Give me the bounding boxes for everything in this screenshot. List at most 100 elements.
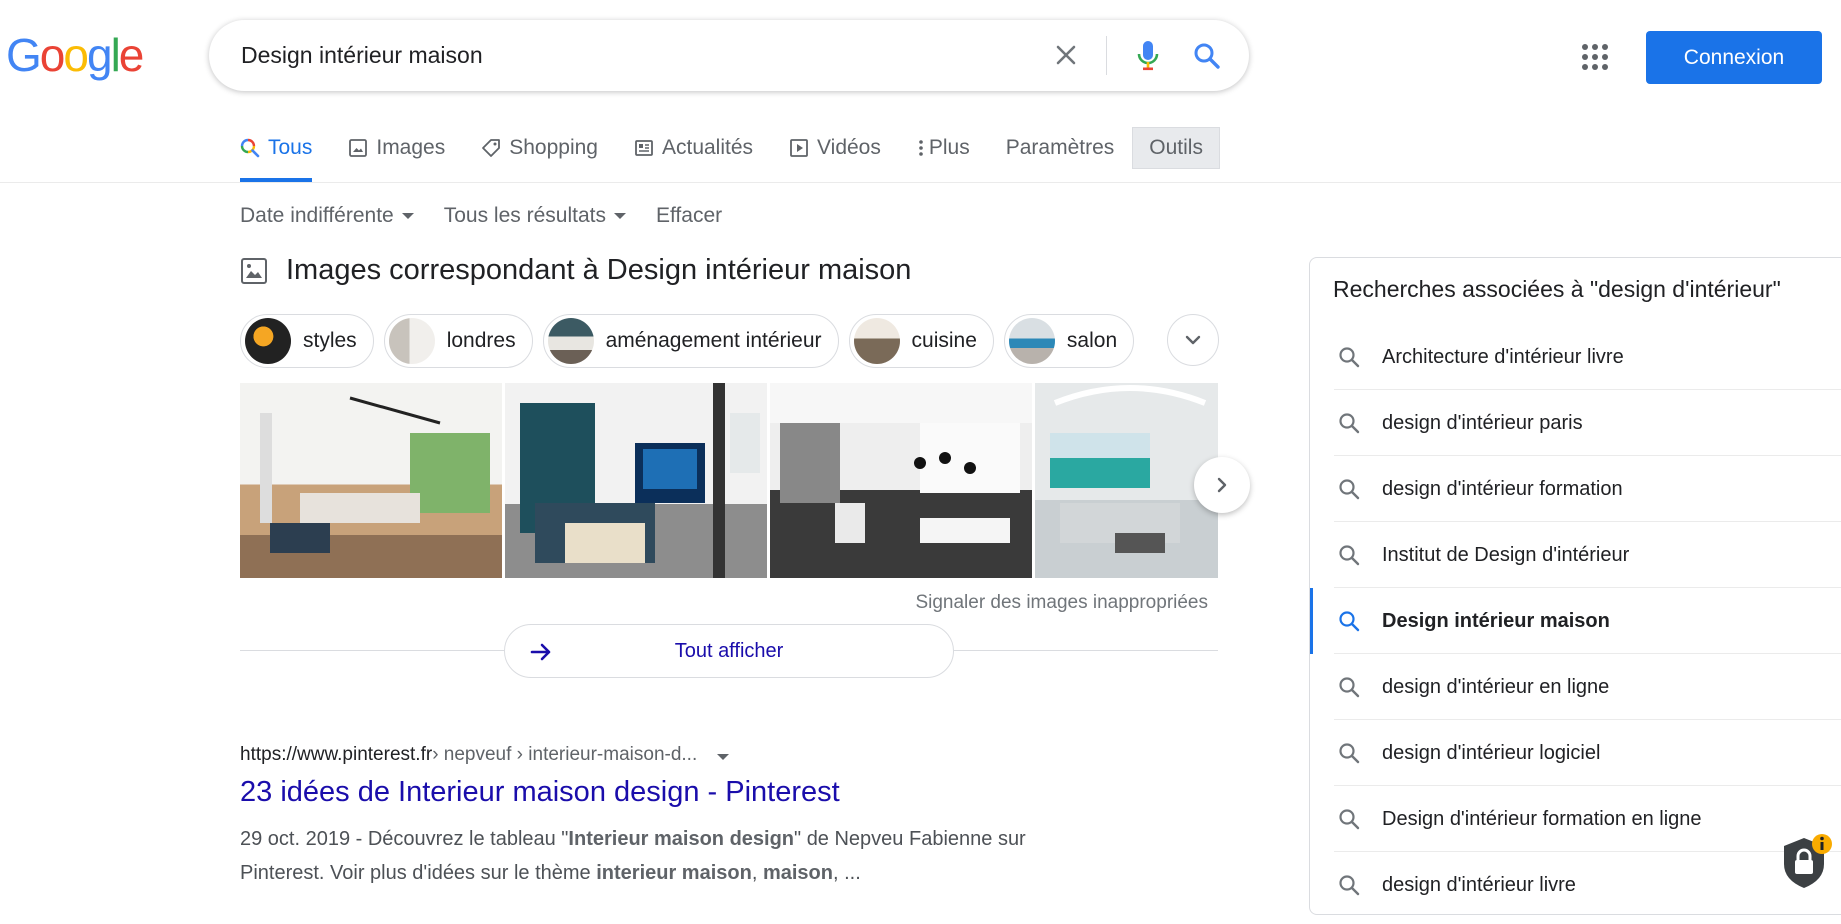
- show-all-label: Tout afficher: [674, 639, 784, 662]
- result-options-button[interactable]: [709, 744, 730, 766]
- carousel-next-button[interactable]: [1194, 457, 1250, 513]
- search-icon: [1338, 478, 1360, 506]
- chip-label: salon: [1066, 329, 1118, 352]
- search-submit-button[interactable]: [1187, 36, 1227, 76]
- related-search-item-active[interactable]: Design intérieur maison: [1310, 588, 1841, 654]
- tab-tools[interactable]: Outils: [1132, 127, 1220, 169]
- chip-amenagement-interieur[interactable]: aménagement intérieur: [542, 314, 839, 368]
- related-search-label: Architecture d'intérieur livre: [1382, 345, 1624, 368]
- related-search-item[interactable]: design d'intérieur en ligne: [1310, 654, 1841, 720]
- shield-lock-icon: [1784, 834, 1832, 888]
- snippet-text: 29 oct. 2019 - Découvrez le tableau ": [240, 828, 569, 850]
- result-url-path: › nepveuf › interieur-maison-d...: [432, 744, 698, 765]
- search-tabs: Tous Images Shopping Actualités Vidéos P…: [240, 127, 1256, 182]
- related-search-item[interactable]: design d'intérieur logiciel: [1310, 720, 1841, 786]
- search-icon: [1338, 346, 1360, 374]
- related-search-label: design d'intérieur formation: [1382, 477, 1623, 500]
- tab-settings[interactable]: Paramètres: [1006, 128, 1115, 168]
- tag-icon: [481, 138, 501, 158]
- privacy-lock-badge[interactable]: [1778, 832, 1834, 892]
- search-icon: [1338, 808, 1360, 836]
- clear-filters-link[interactable]: Effacer: [656, 204, 722, 228]
- chip-label: aménagement intérieur: [605, 329, 822, 352]
- search-divider: [1106, 36, 1107, 75]
- search-icon: [1338, 742, 1360, 770]
- tab-images[interactable]: Images: [348, 128, 445, 168]
- chip-styles[interactable]: styles: [240, 314, 374, 368]
- search-icon: [1338, 610, 1360, 638]
- tab-label: Outils: [1149, 136, 1203, 159]
- search-multicolor-icon: [240, 138, 260, 158]
- modern-lounge-photo: [520, 383, 760, 578]
- clear-search-button[interactable]: [1049, 38, 1083, 72]
- expand-chips-button[interactable]: [1167, 314, 1219, 366]
- tab-label: Paramètres: [1005, 136, 1115, 159]
- tab-videos[interactable]: Vidéos: [789, 128, 881, 168]
- image-result-thumbnail[interactable]: [1035, 383, 1218, 578]
- chip-salon[interactable]: salon: [1003, 314, 1135, 368]
- tab-shopping[interactable]: Shopping: [481, 128, 598, 168]
- chip-thumbnail: [388, 318, 435, 364]
- related-searches-panel: Recherches associées à "design d'intérie…: [1309, 257, 1841, 915]
- logo-letter: o: [39, 29, 66, 81]
- related-search-label: Institut de Design d'intérieur: [1382, 543, 1630, 566]
- chip-thumbnail: [1008, 318, 1055, 364]
- newspaper-icon: [634, 138, 654, 158]
- related-search-item[interactable]: Design d'intérieur formation en ligne: [1310, 786, 1841, 852]
- tab-all[interactable]: Tous: [240, 128, 313, 182]
- sign-in-button[interactable]: Connexion: [1646, 31, 1822, 84]
- tab-label: Actualités: [661, 136, 754, 159]
- related-search-item[interactable]: design d'intérieur livre: [1310, 852, 1841, 918]
- bright-living-room-photo: [1050, 385, 1207, 553]
- related-search-item[interactable]: design d'intérieur paris: [1310, 390, 1841, 456]
- result-title-link[interactable]: 23 idées de Interieur maison design - Pi…: [240, 776, 840, 809]
- chip-label: cuisine: [911, 329, 977, 352]
- logo-letter: e: [118, 29, 145, 81]
- related-search-label: design d'intérieur paris: [1382, 411, 1583, 434]
- caret-down-icon: [613, 213, 626, 219]
- related-search-label: Design d'intérieur formation en ligne: [1382, 807, 1702, 830]
- chip-label: styles: [303, 329, 357, 352]
- search-icon: [1338, 544, 1360, 572]
- caret-down-icon: [717, 754, 730, 760]
- related-search-item[interactable]: design d'intérieur formation: [1310, 456, 1841, 522]
- report-images-link[interactable]: Signaler des images inappropriées: [880, 592, 1208, 614]
- related-search-label: design d'intérieur livre: [1382, 873, 1576, 896]
- voice-search-button[interactable]: [1129, 36, 1167, 76]
- logo-letter: o: [63, 29, 89, 81]
- image-result-thumbnail[interactable]: [505, 383, 767, 578]
- images-section-heading: Images correspondant à Design intérieur …: [240, 254, 911, 287]
- image-result-thumbnail[interactable]: [240, 383, 502, 578]
- snippet-highlight: Interieur maison design: [568, 828, 795, 850]
- search-icon: [1338, 874, 1360, 902]
- show-all-button[interactable]: Tout afficher: [504, 624, 954, 678]
- results-filter-dropdown[interactable]: Tous les résultats: [444, 204, 626, 228]
- date-filter-dropdown[interactable]: Date indifférente: [240, 204, 414, 228]
- related-search-item[interactable]: Institut de Design d'intérieur: [1310, 522, 1841, 588]
- image-filter-chips: styles londres aménagement intérieur cui…: [240, 314, 1144, 368]
- google-logo[interactable]: Google: [6, 29, 145, 81]
- chip-cuisine[interactable]: cuisine: [848, 314, 994, 368]
- images-heading-text: Images correspondant à Design intérieur …: [286, 254, 912, 286]
- snippet-text: ,: [751, 862, 763, 884]
- logo-letter: G: [6, 29, 42, 81]
- search-icon: [1338, 676, 1360, 704]
- logo-letter: l: [110, 29, 121, 81]
- chip-londres[interactable]: londres: [383, 314, 533, 368]
- image-result-thumbnail[interactable]: [770, 383, 1032, 578]
- result-snippet: 29 oct. 2019 - Découvrez le tableau "Int…: [240, 822, 1120, 890]
- snippet-text: " de Nepveu Fabienne sur: [794, 828, 1026, 850]
- snippet-text: , ...: [833, 862, 861, 884]
- tab-label: Tous: [268, 136, 313, 159]
- search-input[interactable]: [241, 20, 1001, 91]
- result-url[interactable]: https://www.pinterest.fr › nepveuf › int…: [240, 744, 730, 766]
- related-search-item[interactable]: Architecture d'intérieur livre: [1310, 324, 1841, 390]
- tab-label: Vidéos: [817, 136, 881, 159]
- chevron-right-icon: [1217, 477, 1227, 493]
- tab-more[interactable]: Plus: [917, 128, 970, 168]
- tabs-divider: [0, 182, 1841, 183]
- chip-label: londres: [446, 329, 516, 352]
- tab-news[interactable]: Actualités: [634, 128, 753, 168]
- clear-filters-label: Effacer: [655, 204, 723, 227]
- google-apps-button[interactable]: [1580, 42, 1610, 72]
